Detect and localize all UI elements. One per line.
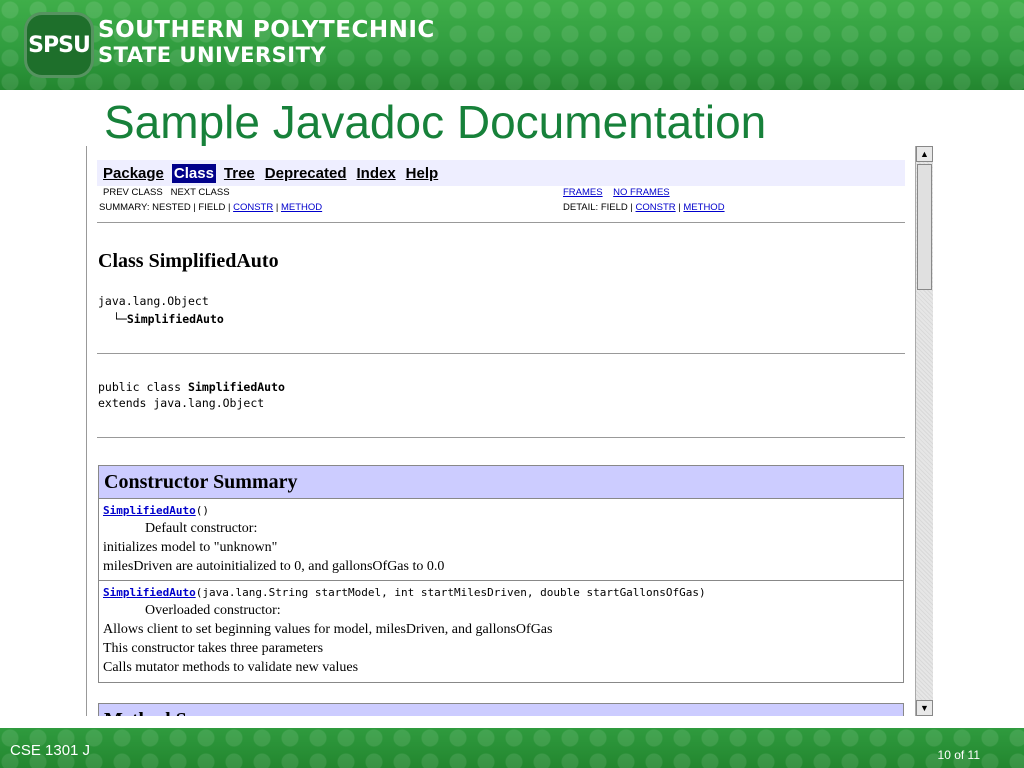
hierarchy-child-name: SimplifiedAuto [126,312,224,326]
class-title: Class SimplifiedAuto [98,250,279,272]
divider [97,222,905,223]
slide-title: Sample Javadoc Documentation [104,96,767,148]
nav-tree-link[interactable]: Tree [222,164,257,183]
divider [97,353,905,354]
frames-link[interactable]: FRAMES [563,187,603,198]
nav-package-link[interactable]: Package [101,164,166,183]
university-name: SOUTHERN POLYTECHNIC STATE UNIVERSITY [98,18,435,68]
scroll-up-arrow-icon[interactable]: ▲ [916,146,933,162]
summary-sep: | [273,202,281,213]
detail-method-link[interactable]: METHOD [683,202,724,213]
declaration-prefix: public class [98,380,189,394]
no-frames-link[interactable]: NO FRAMES [613,187,669,198]
constructor-params: () [195,504,209,517]
constructor-summary-table: Constructor Summary SimplifiedAuto() Def… [98,465,904,683]
course-label: CSE 1301 J [10,742,91,759]
constructor-row: SimplifiedAuto() Default constructor: in… [99,499,903,581]
university-name-line1: SOUTHERN POLYTECHNIC [98,17,435,43]
hierarchy-branch-glyph: └─ [113,312,127,326]
constructor-desc-line: initializes model to "unknown" [103,540,278,555]
javadoc-content: Package Class Tree Deprecated Index Help… [87,146,911,716]
footer-banner: CSE 1301 J 10 of 11 [0,728,1024,768]
vertical-scrollbar[interactable]: ▲ ▼ [915,146,933,716]
scroll-down-arrow-icon[interactable]: ▼ [916,700,933,716]
divider [97,437,905,438]
constructor-signature: SimplifiedAuto() [103,502,899,519]
header-banner: SPSU SOUTHERN POLYTECHNIC STATE UNIVERSI… [0,0,1024,90]
summary-constr-link[interactable]: CONSTR [233,202,273,213]
constructor-summary-title: Constructor Summary [99,466,903,499]
constructor-desc-head: Default constructor: [145,521,258,536]
prev-next-class: PREV CLASS NEXT CLASS [103,187,230,198]
constructor-desc-line: This constructor takes three parameters [103,641,324,656]
summary-method-link[interactable]: METHOD [281,202,322,213]
university-seal-logo: SPSU [24,12,94,78]
logo-text: SPSU [28,32,91,58]
page-number: 10 of 11 [937,748,980,762]
class-extends: extends java.lang.Object [98,396,265,410]
scroll-thumb[interactable] [917,164,932,290]
summary-nav: SUMMARY: NESTED | FIELD | CONSTR | METHO… [99,202,322,213]
class-declaration: public class SimplifiedAuto [98,380,285,394]
constructor-link[interactable]: SimplifiedAuto [103,504,196,517]
constructor-desc-head: Overloaded constructor: [145,603,281,618]
declaration-class-name: SimplifiedAuto [188,380,285,394]
summary-prefix: SUMMARY: NESTED | FIELD | [99,202,234,213]
constructor-desc-line: Calls mutator methods to validate new va… [103,660,359,675]
detail-prefix: DETAIL: FIELD | [563,202,636,213]
hierarchy-child: └─SimplifiedAuto [113,312,224,326]
detail-constr-link[interactable]: CONSTR [636,202,676,213]
javadoc-navbar: Package Class Tree Deprecated Index Help [97,160,905,186]
detail-nav: DETAIL: FIELD | CONSTR | METHOD [563,202,725,213]
university-name-line2: STATE UNIVERSITY [98,43,327,67]
constructor-params: (java.lang.String startModel, int startM… [195,586,706,599]
constructor-desc-line: milesDriven are autoinitialized to 0, an… [103,559,445,574]
nav-index-link[interactable]: Index [354,164,397,183]
method-summary-title: Method S [98,703,904,716]
constructor-signature: SimplifiedAuto(java.lang.String startMod… [103,584,899,601]
frames-nav: FRAMES NO FRAMES [563,187,670,198]
javadoc-browser-pane: Package Class Tree Deprecated Index Help… [86,146,933,716]
hierarchy-root: java.lang.Object [98,294,209,308]
constructor-link[interactable]: SimplifiedAuto [103,586,196,599]
nav-class-link[interactable]: Class [171,163,216,183]
constructor-desc-line: Allows client to set beginning values fo… [103,622,553,637]
constructor-row: SimplifiedAuto(java.lang.String startMod… [99,581,903,683]
nav-deprecated-link[interactable]: Deprecated [263,164,349,183]
nav-help-link[interactable]: Help [404,164,441,183]
